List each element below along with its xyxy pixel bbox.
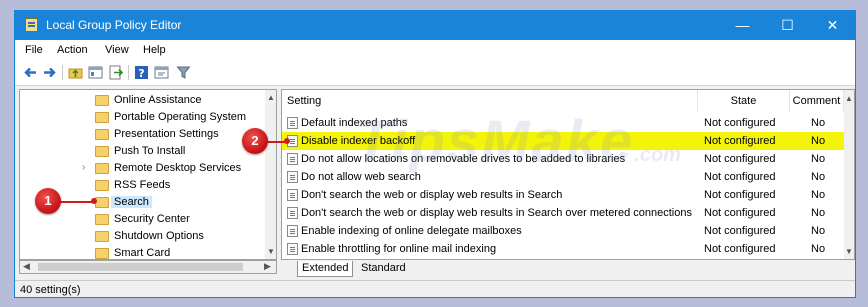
folder-icon <box>95 163 109 174</box>
export-icon[interactable] <box>108 65 124 80</box>
view-tabs: Extended Standard <box>281 260 855 278</box>
window-title: Local Group Policy Editor <box>46 18 182 32</box>
menu-bar: File Action View Help <box>15 40 855 60</box>
toolbar-separator <box>62 65 63 80</box>
scroll-right-arrow-icon[interactable]: ▶ <box>264 261 271 272</box>
annotation-pointer-dot <box>91 198 97 204</box>
title-bar[interactable]: Local Group Policy Editor — ☐ ✕ <box>15 11 855 40</box>
watermark: TipsMake.com <box>355 109 681 174</box>
up-folder-icon[interactable] <box>68 65 83 80</box>
maximize-button[interactable]: ☐ <box>765 11 810 40</box>
tree-item-rss-feeds[interactable]: RSS Feeds <box>92 178 276 194</box>
list-vertical-scrollbar[interactable]: ▲ ▼ <box>844 90 854 259</box>
menu-help[interactable]: Help <box>143 44 166 56</box>
policy-setting-icon <box>287 189 298 201</box>
annotation-badge-2: 2 <box>242 128 268 154</box>
folder-icon <box>95 248 109 259</box>
scroll-down-arrow-icon[interactable]: ▼ <box>844 247 854 256</box>
menu-action[interactable]: Action <box>57 44 88 56</box>
toolbar: ? <box>15 60 855 86</box>
policy-setting-icon <box>287 171 298 183</box>
minimize-button[interactable]: — <box>720 11 765 40</box>
tree-item-online-assistance[interactable]: Online Assistance <box>92 93 276 109</box>
menu-file[interactable]: File <box>25 44 43 56</box>
folder-icon <box>95 180 109 191</box>
table-row[interactable]: Don't search the web or display web resu… <box>282 204 844 222</box>
tree-horizontal-scrollbar[interactable]: ◀ ▶ <box>19 260 277 274</box>
tree-item-shutdown-options[interactable]: Shutdown Options <box>92 229 276 245</box>
toolbar-separator <box>128 65 129 80</box>
tree-item-remote-desktop-services[interactable]: Remote Desktop Services <box>92 161 276 177</box>
forward-icon[interactable] <box>42 65 57 80</box>
tab-standard[interactable]: Standard <box>357 261 410 276</box>
folder-icon <box>95 197 109 208</box>
folder-icon <box>95 129 109 140</box>
filter-icon[interactable] <box>176 65 191 80</box>
scroll-up-arrow-icon[interactable]: ▲ <box>265 93 276 102</box>
tree-item-security-center[interactable]: Security Center <box>92 212 276 228</box>
status-bar: 40 setting(s) <box>15 280 855 297</box>
horizontal-scroll-thumb[interactable] <box>38 263 243 271</box>
scroll-left-arrow-icon[interactable]: ◀ <box>23 261 30 272</box>
expand-chevron-icon[interactable]: › <box>82 162 85 173</box>
scroll-down-arrow-icon[interactable]: ▼ <box>265 247 276 256</box>
annotation-badge-1: 1 <box>35 188 61 214</box>
folder-icon <box>95 231 109 242</box>
column-header-state[interactable]: State <box>698 90 790 112</box>
folder-icon <box>95 146 109 157</box>
tree-item-portable-operating-system[interactable]: Portable Operating System <box>92 110 276 126</box>
policy-setting-icon <box>287 243 298 255</box>
scroll-up-arrow-icon[interactable]: ▲ <box>844 94 854 103</box>
help-icon[interactable]: ? <box>134 65 149 80</box>
back-icon[interactable] <box>23 65 38 80</box>
folder-icon <box>95 95 109 106</box>
policy-setting-icon <box>287 207 298 219</box>
policy-setting-icon <box>287 153 298 165</box>
table-row[interactable]: Enable throttling for online mail indexi… <box>282 240 844 258</box>
tab-extended[interactable]: Extended <box>297 261 354 277</box>
svg-text:?: ? <box>138 67 144 80</box>
properties-icon[interactable] <box>154 65 169 80</box>
tree-vertical-scrollbar[interactable]: ▲ ▼ <box>265 90 276 259</box>
tree-item-smart-card[interactable]: Smart Card <box>92 246 276 259</box>
status-setting-count: 40 setting(s) <box>20 284 81 296</box>
policy-setting-icon <box>287 225 298 237</box>
policy-tree-pane[interactable]: Online Assistance Portable Operating Sys… <box>19 89 277 260</box>
folder-icon <box>95 112 109 123</box>
gpedit-app-icon <box>25 18 38 32</box>
policy-setting-icon <box>287 117 298 129</box>
menu-view[interactable]: View <box>105 44 129 56</box>
tree-item-search[interactable]: Search <box>92 195 276 211</box>
folder-icon <box>95 214 109 225</box>
annotation-pointer-dot <box>284 138 290 144</box>
table-row[interactable]: Enable indexing of online delegate mailb… <box>282 222 844 240</box>
table-row[interactable]: Don't search the web or display web resu… <box>282 186 844 204</box>
close-button[interactable]: ✕ <box>810 11 855 40</box>
column-header-comment[interactable]: Comment <box>790 90 844 112</box>
show-hide-tree-icon[interactable] <box>88 65 103 80</box>
